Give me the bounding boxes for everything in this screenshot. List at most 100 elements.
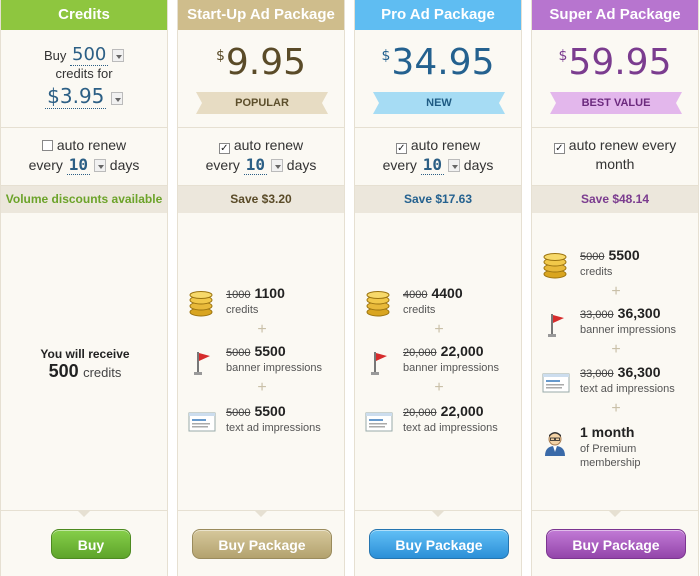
startup-save-strip: Save $3.20 bbox=[178, 186, 344, 213]
flag-icon bbox=[188, 349, 214, 375]
pro-every-row: every 10 days bbox=[355, 155, 521, 175]
price-amount: 9.95 bbox=[225, 42, 307, 83]
buy-pro-button[interactable]: Buy Package bbox=[369, 529, 509, 559]
chevron-down-icon[interactable] bbox=[110, 92, 123, 105]
text-ad-icon bbox=[188, 409, 216, 435]
startup-renew-section: ✓ auto renew every 10 days bbox=[178, 128, 344, 186]
credit-price-select[interactable]: $3.95 bbox=[45, 84, 107, 109]
new-value: 5500 bbox=[254, 343, 286, 359]
currency-symbol: $ bbox=[558, 48, 568, 64]
buy-startup-button[interactable]: Buy Package bbox=[192, 529, 332, 559]
auto-renew-label: auto renew bbox=[56, 137, 127, 153]
list-item: 5000 5500 credits bbox=[532, 247, 700, 287]
super-price: $59.95 bbox=[532, 30, 698, 83]
every-label: every bbox=[28, 157, 63, 173]
flag-icon bbox=[365, 349, 391, 375]
pro-renew-row: ✓ auto renew bbox=[355, 136, 521, 155]
chevron-down-icon[interactable] bbox=[447, 159, 460, 172]
auto-renew-checkbox[interactable] bbox=[41, 140, 53, 151]
startup-column: Start-Up Ad Package $9.95 POPULAR ✓ auto … bbox=[177, 0, 345, 576]
chevron-down-icon[interactable] bbox=[270, 159, 283, 172]
item-text: 20,000 22,000 banner impressions bbox=[403, 343, 523, 375]
auto-renew-label: auto renew bbox=[233, 137, 304, 153]
chevron-down-icon[interactable] bbox=[93, 159, 106, 172]
super-price-section: $59.95 BEST VALUE bbox=[532, 30, 698, 128]
item-text: 20,000 22,000 text ad impressions bbox=[403, 403, 523, 435]
startup-price: $9.95 bbox=[178, 30, 344, 83]
text-ad-icon bbox=[365, 409, 393, 435]
super-header: Super Ad Package bbox=[532, 0, 698, 30]
super-save-strip: Save $48.14 bbox=[532, 186, 698, 213]
plus-separator: + bbox=[434, 321, 444, 338]
credits-column: Credits Buy 500 credits for $3.95 auto r… bbox=[0, 0, 168, 576]
list-item: 5000 5500 text ad impressions bbox=[178, 403, 346, 443]
buy-super-button[interactable]: Buy Package bbox=[546, 529, 686, 559]
text-ad-icon bbox=[542, 370, 570, 396]
item-label: text ad impressions bbox=[580, 383, 675, 395]
new-value: 22,000 bbox=[440, 403, 484, 419]
list-item: 20,000 22,000 text ad impressions bbox=[355, 403, 523, 443]
pro-footer: Buy Package bbox=[355, 510, 521, 575]
list-item: 20,000 22,000 banner impressions bbox=[355, 343, 523, 383]
item-label: text ad impressions bbox=[226, 422, 321, 434]
credits-renew-row: auto renew bbox=[1, 136, 167, 155]
receive-amount-row: 500 credits bbox=[1, 361, 169, 382]
renew-days-select[interactable]: 10 bbox=[420, 155, 445, 175]
item-values: 1000 1100 bbox=[226, 285, 346, 301]
popular-ribbon: POPULAR bbox=[196, 92, 328, 114]
startup-renew-row: ✓ auto renew bbox=[178, 136, 344, 155]
item-label: banner impressions bbox=[580, 324, 676, 336]
best-value-ribbon: BEST VALUE bbox=[550, 92, 682, 114]
chevron-down-icon[interactable] bbox=[112, 49, 124, 62]
item-text: 1000 1100 credits bbox=[226, 285, 346, 317]
pro-renew-section: ✓ auto renew every 10 days bbox=[355, 128, 521, 186]
plus-separator: + bbox=[257, 321, 267, 338]
every-label: every bbox=[205, 157, 240, 173]
currency-symbol: $ bbox=[381, 48, 391, 64]
auto-renew-label: auto renew bbox=[410, 137, 481, 153]
auto-renew-checkbox[interactable]: ✓ bbox=[395, 143, 407, 154]
auto-renew-checkbox[interactable]: ✓ bbox=[218, 143, 230, 154]
item-label: banner impressions bbox=[226, 362, 322, 374]
item-label: banner impressions bbox=[403, 362, 499, 374]
notch-decoration bbox=[77, 510, 91, 517]
receive-summary: You will receive 500 credits bbox=[1, 347, 169, 382]
new-value: 36,300 bbox=[617, 305, 661, 321]
startup-every-row: every 10 days bbox=[178, 155, 344, 175]
renew-days-select[interactable]: 10 bbox=[66, 155, 91, 175]
coins-icon bbox=[365, 291, 391, 317]
old-value: 1000 bbox=[226, 289, 251, 301]
pro-header: Pro Ad Package bbox=[355, 0, 521, 30]
super-renew-row: ✓ auto renew every bbox=[532, 136, 698, 155]
credits-body: You will receive 500 credits bbox=[1, 213, 167, 511]
new-value: 5500 bbox=[254, 403, 286, 419]
item-label: text ad impressions bbox=[403, 422, 498, 434]
new-value: 36,300 bbox=[617, 364, 661, 380]
startup-body: 1000 1100 credits + 5000 5500 banner impre… bbox=[178, 213, 344, 511]
item-values: 5000 5500 bbox=[580, 247, 700, 263]
old-value: 4000 bbox=[403, 289, 428, 301]
pro-price: $34.95 bbox=[355, 30, 521, 83]
list-item: 5000 5500 banner impressions bbox=[178, 343, 346, 383]
item-values: 20,000 22,000 bbox=[403, 343, 523, 359]
renew-days-select[interactable]: 10 bbox=[243, 155, 268, 175]
item-text: 5000 5500 credits bbox=[580, 247, 700, 279]
buy-credits-button[interactable]: Buy bbox=[51, 529, 131, 559]
days-label: days bbox=[109, 157, 140, 173]
old-value: 5000 bbox=[226, 407, 251, 419]
plus-separator: + bbox=[611, 341, 621, 358]
credits-price-row: $3.95 bbox=[1, 84, 167, 109]
startup-header: Start-Up Ad Package bbox=[178, 0, 344, 30]
new-value: 22,000 bbox=[440, 343, 484, 359]
buy-label: Buy bbox=[43, 48, 67, 63]
credit-amount-select[interactable]: 500 bbox=[70, 44, 109, 66]
new-value: 1 month bbox=[580, 424, 635, 440]
item-text: 33,000 36,300 text ad impressions bbox=[580, 364, 700, 396]
auto-renew-checkbox[interactable]: ✓ bbox=[553, 143, 565, 154]
notch-decoration bbox=[431, 510, 445, 517]
auto-renew-label: auto renew every bbox=[568, 137, 677, 153]
price-amount: 34.95 bbox=[391, 42, 495, 83]
receive-label: You will receive bbox=[40, 347, 130, 361]
coins-icon bbox=[188, 291, 214, 317]
old-value: 33,000 bbox=[580, 368, 614, 380]
